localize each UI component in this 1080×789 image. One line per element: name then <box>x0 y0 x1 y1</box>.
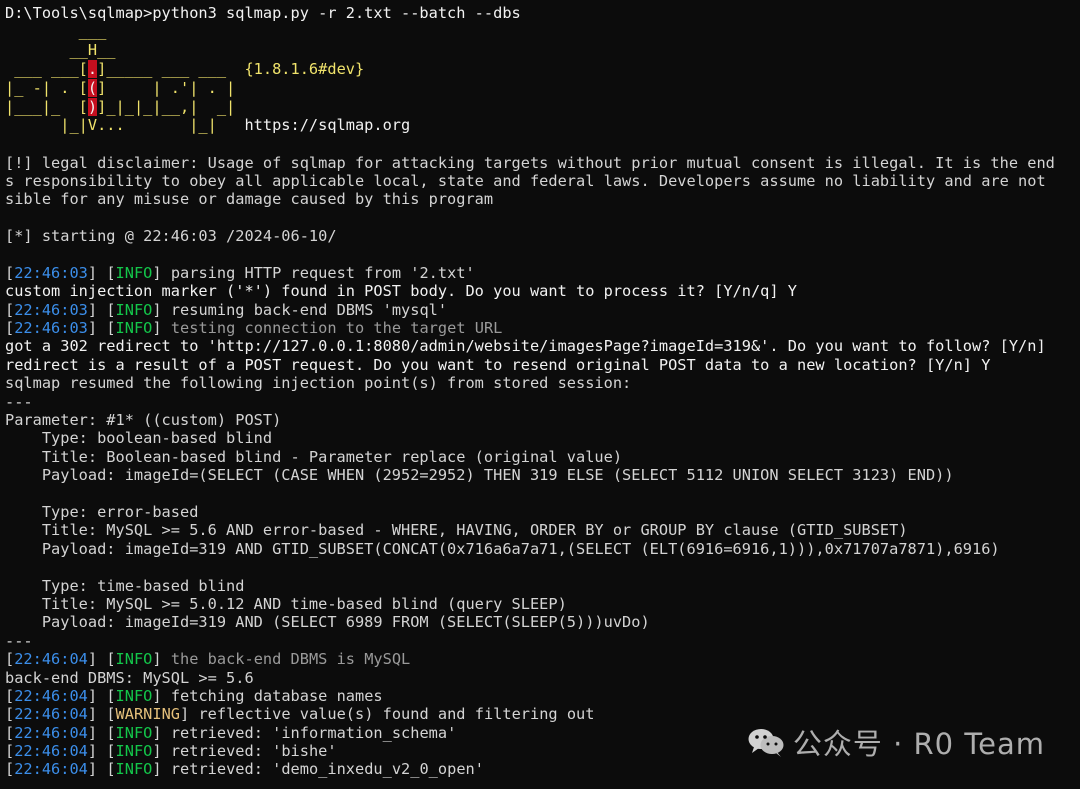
log-line: [22:46:03] [INFO] testing connection to … <box>5 319 503 338</box>
log-message: retrieved: 'bishe' <box>161 742 337 761</box>
warning-tag: WARNING <box>115 705 181 724</box>
logo-segment: ] | .'| . | <box>97 78 236 97</box>
logo-segment: ]_____ ___ ___ <box>97 59 245 78</box>
log-timestamp: 22:46:04 <box>14 686 88 705</box>
info-tag: INFO <box>115 263 153 282</box>
prompt-line: custom injection marker ('*') found in P… <box>5 282 798 301</box>
logo-line: __H__ <box>5 41 116 60</box>
info-tag: INFO <box>115 723 153 742</box>
separator-line: --- <box>5 631 33 650</box>
logo-line: ___ <box>5 22 107 41</box>
logo-segment: ]_|_|_|__,| _| <box>97 97 236 116</box>
injection-type: Type: boolean-based blind <box>5 429 273 448</box>
resumed-line: sqlmap resumed the following injection p… <box>5 374 632 393</box>
info-tag: INFO <box>115 319 153 338</box>
log-timestamp: 22:46:04 <box>14 760 88 779</box>
terminal-window[interactable]: D:\Tools\sqlmap>python3 sqlmap.py -r 2.t… <box>0 0 1080 789</box>
log-timestamp: 22:46:03 <box>14 319 88 338</box>
watermark-text: 公众号 · R0 Team <box>792 727 1045 761</box>
injection-payload: Payload: imageId=(SELECT (CASE WHEN (295… <box>5 466 954 485</box>
injection-type: Type: error-based <box>5 502 199 521</box>
wechat-icon <box>747 726 785 758</box>
legal-disclaimer: s responsibility to obey all applicable … <box>5 171 1046 190</box>
info-tag: INFO <box>115 300 153 319</box>
log-timestamp: 22:46:04 <box>14 723 88 742</box>
parameter-line: Parameter: #1* ((custom) POST) <box>5 411 282 430</box>
log-timestamp: 22:46:03 <box>14 300 88 319</box>
logo-red-segment: ) <box>87 97 98 116</box>
legal-disclaimer: sible for any misuse or damage caused by… <box>5 190 494 209</box>
log-timestamp: 22:46:04 <box>14 705 88 724</box>
separator-line: --- <box>5 392 33 411</box>
wechat-watermark: 公众号 · R0 Team <box>747 721 1045 763</box>
logo-line: |_|V... |_| https://sqlmap.org <box>5 116 1080 135</box>
log-message: retrieved: 'demo_inxedu_v2_0_open' <box>161 760 484 779</box>
info-tag: INFO <box>115 650 153 669</box>
logo-segment: |___|_ [ <box>5 97 88 116</box>
logo-red-segment: ( <box>87 78 98 97</box>
log-message: reflective value(s) found and filtering … <box>189 705 595 724</box>
info-tag: INFO <box>115 686 153 705</box>
log-line: [22:46:03] [INFO] parsing HTTP request f… <box>5 263 475 282</box>
prompt-line: redirect is a result of a POST request. … <box>5 355 991 374</box>
log-timestamp: 22:46:04 <box>14 650 88 669</box>
log-timestamp: 22:46:03 <box>14 263 88 282</box>
injection-title: Title: MySQL >= 5.0.12 AND time-based bl… <box>5 594 567 613</box>
command-line: D:\Tools\sqlmap>python3 sqlmap.py -r 2.t… <box>5 4 521 22</box>
log-message: parsing HTTP request from '2.txt' <box>161 263 475 282</box>
version-text: {1.8.1.6#dev} <box>244 59 365 78</box>
sqlmap-url[interactable]: https://sqlmap.org <box>244 116 410 134</box>
log-message: resuming back-end DBMS 'mysql' <box>161 300 448 319</box>
logo-line: ___ ___[.]_____ ___ ___ {1.8.1.6#dev} <box>5 59 1080 79</box>
injection-payload: Payload: imageId=319 AND GTID_SUBSET(CON… <box>5 539 1000 558</box>
logo-line: |_ -| . [(] | .'| . | <box>5 78 1080 98</box>
log-message: the back-end DBMS is MySQL <box>161 650 411 669</box>
dbms-line: back-end DBMS: MySQL >= 5.6 <box>5 668 254 687</box>
log-message: testing connection to the target URL <box>161 319 503 338</box>
logo-segment: |_ -| . [ <box>5 78 88 97</box>
log-message: retrieved: 'information_schema' <box>161 723 457 742</box>
info-tag: INFO <box>115 742 153 761</box>
log-line: [22:46:04] [INFO] retrieved: 'demo_inxed… <box>5 760 484 779</box>
logo-line: |___|_ [)]_|_|_|__,| _| <box>5 97 1080 117</box>
prompt-line: got a 302 redirect to 'http://127.0.0.1:… <box>5 337 1046 356</box>
logo-red-segment: . <box>87 59 98 78</box>
log-line: [22:46:04] [INFO] fetching database name… <box>5 686 383 705</box>
injection-type: Type: time-based blind <box>5 576 245 595</box>
legal-disclaimer: [!] legal disclaimer: Usage of sqlmap fo… <box>5 153 1055 172</box>
injection-title: Title: Boolean-based blind - Parameter r… <box>5 447 623 466</box>
logo-segment: |_|V... |_| <box>5 116 245 135</box>
log-line: [22:46:04] [INFO] the back-end DBMS is M… <box>5 650 411 669</box>
log-line: [22:46:03] [INFO] resuming back-end DBMS… <box>5 300 448 319</box>
log-timestamp: 22:46:04 <box>14 742 88 761</box>
logo-segment: ___ ___[ <box>5 59 88 78</box>
info-tag: INFO <box>115 760 153 779</box>
injection-title: Title: MySQL >= 5.6 AND error-based - WH… <box>5 521 908 540</box>
injection-payload: Payload: imageId=319 AND (SELECT 6989 FR… <box>5 613 650 632</box>
sqlmap-logo: ___ __H__ ___ ___[.]_____ ___ ___ {1.8.1… <box>5 22 1080 135</box>
starting-line: [*] starting @ 22:46:03 /2024-06-10/ <box>5 227 337 246</box>
log-message: fetching database names <box>161 686 383 705</box>
terminal-output: D:\Tools\sqlmap>python3 sqlmap.py -r 2.t… <box>0 0 1080 779</box>
